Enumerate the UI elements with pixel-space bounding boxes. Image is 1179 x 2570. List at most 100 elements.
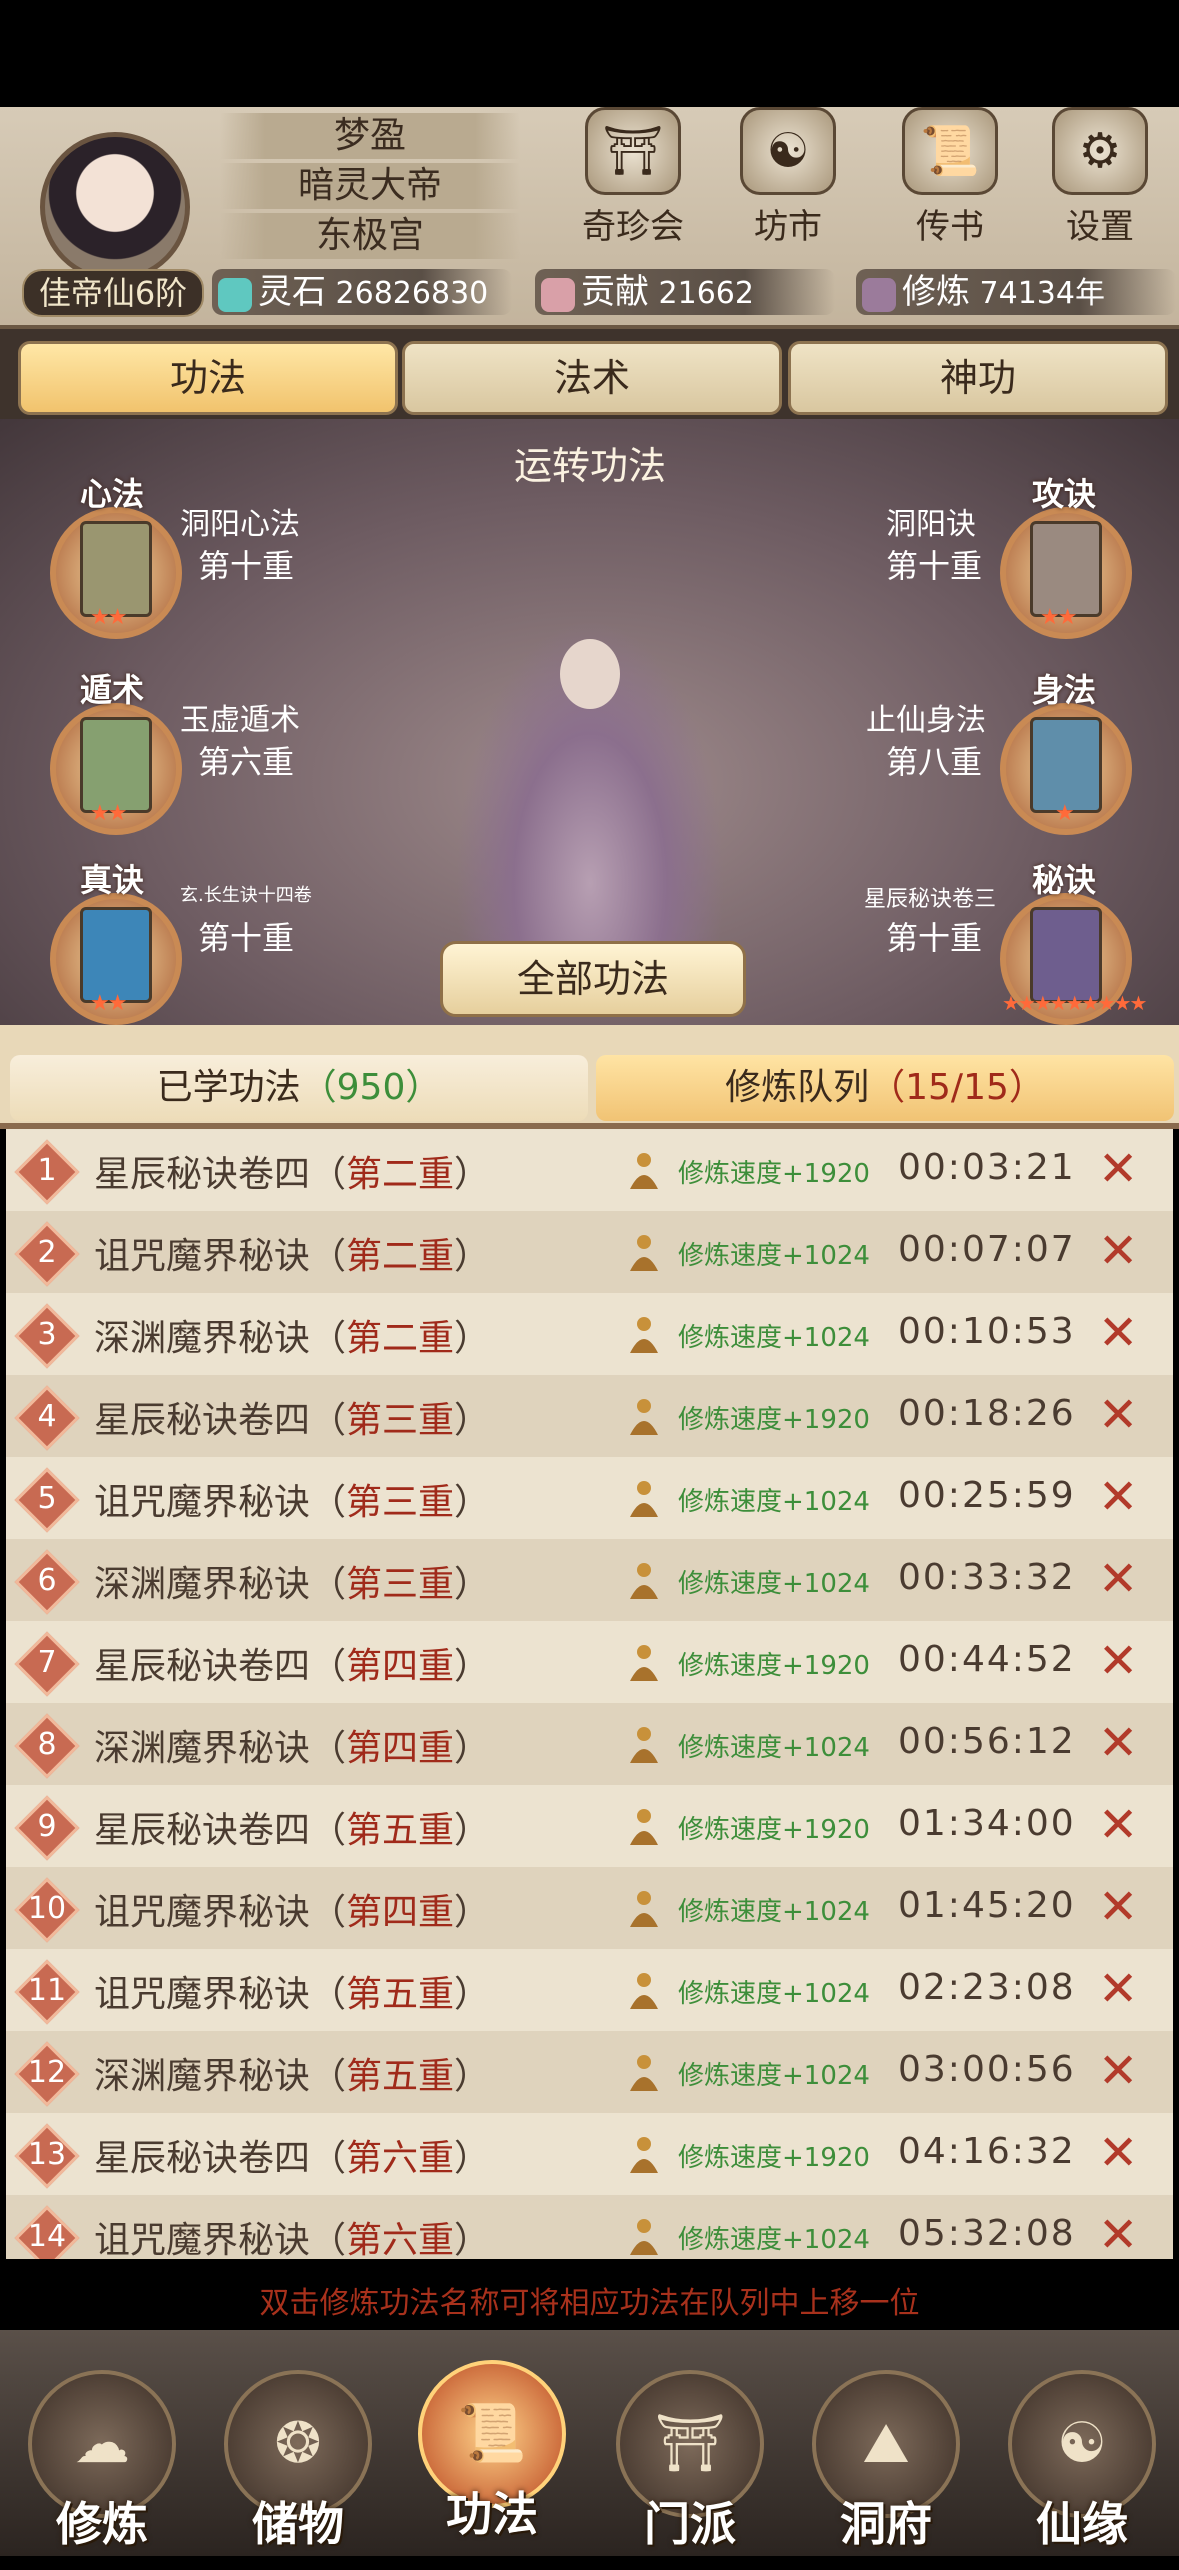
technique-name[interactable]: 深渊魔界秘诀（第四重） — [94, 1719, 490, 1771]
speed-bonus: 修炼速度+1024 — [678, 1241, 870, 1271]
slot-mijue[interactable]: 秘诀 星辰秘诀卷三 第十重 ★★★★★★★★★ — [850, 861, 1147, 1025]
technique-name[interactable]: 星辰秘诀卷四（第五重） — [94, 1801, 490, 1853]
nav-gongfa[interactable]: 📜 功法 — [412, 2360, 572, 2560]
technique-name[interactable]: 诅咒魔界秘诀（第二重） — [94, 1227, 490, 1279]
queue-row[interactable]: 13 星辰秘诀卷四（第六重） 修炼速度+1920 04:16:32 ✕ — [6, 2113, 1173, 2195]
queue-row[interactable]: 5 诅咒魔界秘诀（第三重） 修炼速度+1024 00:25:59 ✕ — [6, 1457, 1173, 1539]
mail-button[interactable]: 📜 传书 — [890, 107, 1010, 247]
avatar-portrait[interactable] — [40, 132, 190, 282]
nav-xiulian[interactable]: ☁ 修炼 — [22, 2370, 182, 2570]
cultivation-icon — [862, 277, 896, 312]
meditation-icon — [630, 1809, 658, 1845]
technique-name[interactable]: 诅咒魔界秘诀（第三重） — [94, 1473, 490, 1525]
slot-shenfa[interactable]: 身法 止仙身法 第八重 ★ — [850, 671, 1132, 835]
book-icon — [80, 717, 152, 813]
gear-icon: ⚙ — [1052, 107, 1148, 195]
remove-icon[interactable]: ✕ — [1098, 2047, 1138, 2095]
remaining-time: 01:45:20 — [898, 1885, 1076, 1926]
slot-zhenjue[interactable]: 真诀 玄.长生诀十四卷 第十重 ★★ — [50, 861, 340, 1025]
tab-fashu[interactable]: 法术 — [402, 341, 782, 415]
queue-row[interactable]: 6 深渊魔界秘诀（第三重） 修炼速度+1024 00:33:32 ✕ — [6, 1539, 1173, 1621]
remove-icon[interactable]: ✕ — [1098, 1391, 1138, 1439]
bottom-nav: ☁ 修炼 ❂ 储物 📜 功法 ⛩ 门派 ⛰ 洞府 ☯ 仙缘 — [0, 2330, 1179, 2556]
player-sect: 东极宫 — [220, 213, 520, 259]
technique-scene: 运转功法 心法 洞阳心法 第十重 ★★ 遁术 玉虚遁术 第六重 ★★ 真诀 玄.… — [0, 419, 1179, 1025]
remove-icon[interactable]: ✕ — [1098, 1883, 1138, 1931]
contribution-icon — [541, 277, 575, 312]
avatar[interactable]: 佳帝仙6阶 — [10, 117, 210, 317]
remove-icon[interactable]: ✕ — [1098, 1145, 1138, 1193]
technique-name[interactable]: 诅咒魔界秘诀（第五重） — [94, 1965, 490, 2017]
speed-bonus: 修炼速度+1024 — [678, 2225, 870, 2255]
hint-text: 双击修炼功法名称可将相应功法在队列中上移一位 — [259, 2286, 920, 2321]
tab-gongfa[interactable]: 功法 — [18, 341, 398, 415]
queue-row[interactable]: 8 深渊魔界秘诀（第四重） 修炼速度+1024 00:56:12 ✕ — [6, 1703, 1173, 1785]
nav-menpai[interactable]: ⛩ 门派 — [610, 2370, 770, 2570]
nav-dongfu[interactable]: ⛰ 洞府 — [806, 2370, 966, 2570]
nav-xianyuan[interactable]: ☯ 仙缘 — [1002, 2370, 1162, 2570]
queue-row[interactable]: 3 深渊魔界秘诀（第二重） 修炼速度+1024 00:10:53 ✕ — [6, 1293, 1173, 1375]
queue-row[interactable]: 7 星辰秘诀卷四（第四重） 修炼速度+1920 00:44:52 ✕ — [6, 1621, 1173, 1703]
speed-bonus: 修炼速度+1920 — [678, 1651, 870, 1681]
queue-row[interactable]: 10 诅咒魔界秘诀（第四重） 修炼速度+1024 01:45:20 ✕ — [6, 1867, 1173, 1949]
slot-dunshu[interactable]: 遁术 玉虚遁术 第六重 ★★ — [50, 671, 330, 835]
queue-row[interactable]: 11 诅咒魔界秘诀（第五重） 修炼速度+1024 02:23:08 ✕ — [6, 1949, 1173, 2031]
meditation-icon — [630, 2219, 658, 2255]
technique-name[interactable]: 深渊魔界秘诀（第五重） — [94, 2047, 490, 2099]
queue-number: 6 — [37, 1563, 57, 1598]
queue-number: 14 — [27, 2219, 67, 2254]
remaining-time: 00:03:21 — [898, 1147, 1076, 1188]
queue-row[interactable]: 1 星辰秘诀卷四（第二重） 修炼速度+1920 00:03:21 ✕ — [6, 1129, 1173, 1211]
technique-name[interactable]: 星辰秘诀卷四（第二重） — [94, 1145, 490, 1197]
queue-row[interactable]: 14 诅咒魔界秘诀（第六重） 修炼速度+1024 05:32:08 ✕ — [6, 2195, 1173, 2259]
remove-icon[interactable]: ✕ — [1098, 2211, 1138, 2259]
book-icon — [80, 907, 152, 1003]
remove-icon[interactable]: ✕ — [1098, 1309, 1138, 1357]
market-button[interactable]: ☯ 坊市 — [728, 107, 848, 247]
technique-name[interactable]: 星辰秘诀卷四（第六重） — [94, 2129, 490, 2181]
remaining-time: 02:23:08 — [898, 1967, 1076, 2008]
technique-name[interactable]: 诅咒魔界秘诀（第四重） — [94, 1883, 490, 1935]
technique-name[interactable]: 深渊魔界秘诀（第二重） — [94, 1309, 490, 1361]
queue-number: 3 — [37, 1317, 57, 1352]
settings-button[interactable]: ⚙ 设置 — [1040, 107, 1160, 247]
all-techniques-button[interactable]: 全部功法 — [440, 941, 746, 1017]
meditation-icon — [630, 2055, 658, 2091]
remove-icon[interactable]: ✕ — [1098, 1637, 1138, 1685]
queue-row[interactable]: 2 诅咒魔界秘诀（第二重） 修炼速度+1024 00:07:07 ✕ — [6, 1211, 1173, 1293]
remove-icon[interactable]: ✕ — [1098, 1227, 1138, 1275]
main-tabs: 功法 法术 神功 — [0, 329, 1179, 419]
queue-number: 11 — [27, 1973, 67, 2008]
technique-name[interactable]: 星辰秘诀卷四（第四重） — [94, 1637, 490, 1689]
remove-icon[interactable]: ✕ — [1098, 1555, 1138, 1603]
spirit-stone-icon — [218, 277, 252, 312]
remove-icon[interactable]: ✕ — [1098, 1719, 1138, 1767]
tab-queue[interactable]: 修炼队列（15/15） — [596, 1055, 1174, 1121]
speed-bonus: 修炼速度+1024 — [678, 1323, 870, 1353]
pavilion-icon: ⛩ — [585, 107, 681, 195]
queue-number: 4 — [37, 1399, 57, 1434]
technique-name[interactable]: 星辰秘诀卷四（第三重） — [94, 1391, 490, 1443]
meditation-icon — [630, 1317, 658, 1353]
treasure-pavilion-button[interactable]: ⛩ 奇珍会 — [573, 107, 693, 247]
remove-icon[interactable]: ✕ — [1098, 1473, 1138, 1521]
tab-shengong[interactable]: 神功 — [788, 341, 1168, 415]
meditation-icon — [630, 1973, 658, 2009]
list-tabs: 已学功法（950） 修炼队列（15/15） — [0, 1025, 1179, 1129]
speed-bonus: 修炼速度+1024 — [678, 2061, 870, 2091]
slot-xinfa[interactable]: 心法 洞阳心法 第十重 ★★ — [50, 475, 330, 639]
remove-icon[interactable]: ✕ — [1098, 2129, 1138, 2177]
remove-icon[interactable]: ✕ — [1098, 1965, 1138, 2013]
queue-number: 8 — [37, 1727, 57, 1762]
player-header: 佳帝仙6阶 梦盈 暗灵大帝 东极宫 ⛩ 奇珍会 ☯ 坊市 📜 传书 ⚙ 设置 灵… — [0, 107, 1179, 329]
remove-icon[interactable]: ✕ — [1098, 1801, 1138, 1849]
slot-gongjue[interactable]: 攻诀 洞阳诀 第十重 ★★ — [850, 475, 1132, 639]
technique-name[interactable]: 深渊魔界秘诀（第三重） — [94, 1555, 490, 1607]
technique-name[interactable]: 诅咒魔界秘诀（第六重） — [94, 2211, 490, 2259]
remaining-time: 00:56:12 — [898, 1721, 1076, 1762]
tab-learned[interactable]: 已学功法（950） — [10, 1055, 588, 1121]
queue-row[interactable]: 12 深渊魔界秘诀（第五重） 修炼速度+1024 03:00:56 ✕ — [6, 2031, 1173, 2113]
queue-row[interactable]: 9 星辰秘诀卷四（第五重） 修炼速度+1920 01:34:00 ✕ — [6, 1785, 1173, 1867]
queue-row[interactable]: 4 星辰秘诀卷四（第三重） 修炼速度+1920 00:18:26 ✕ — [6, 1375, 1173, 1457]
nav-chuwu[interactable]: ❂ 储物 — [218, 2370, 378, 2570]
